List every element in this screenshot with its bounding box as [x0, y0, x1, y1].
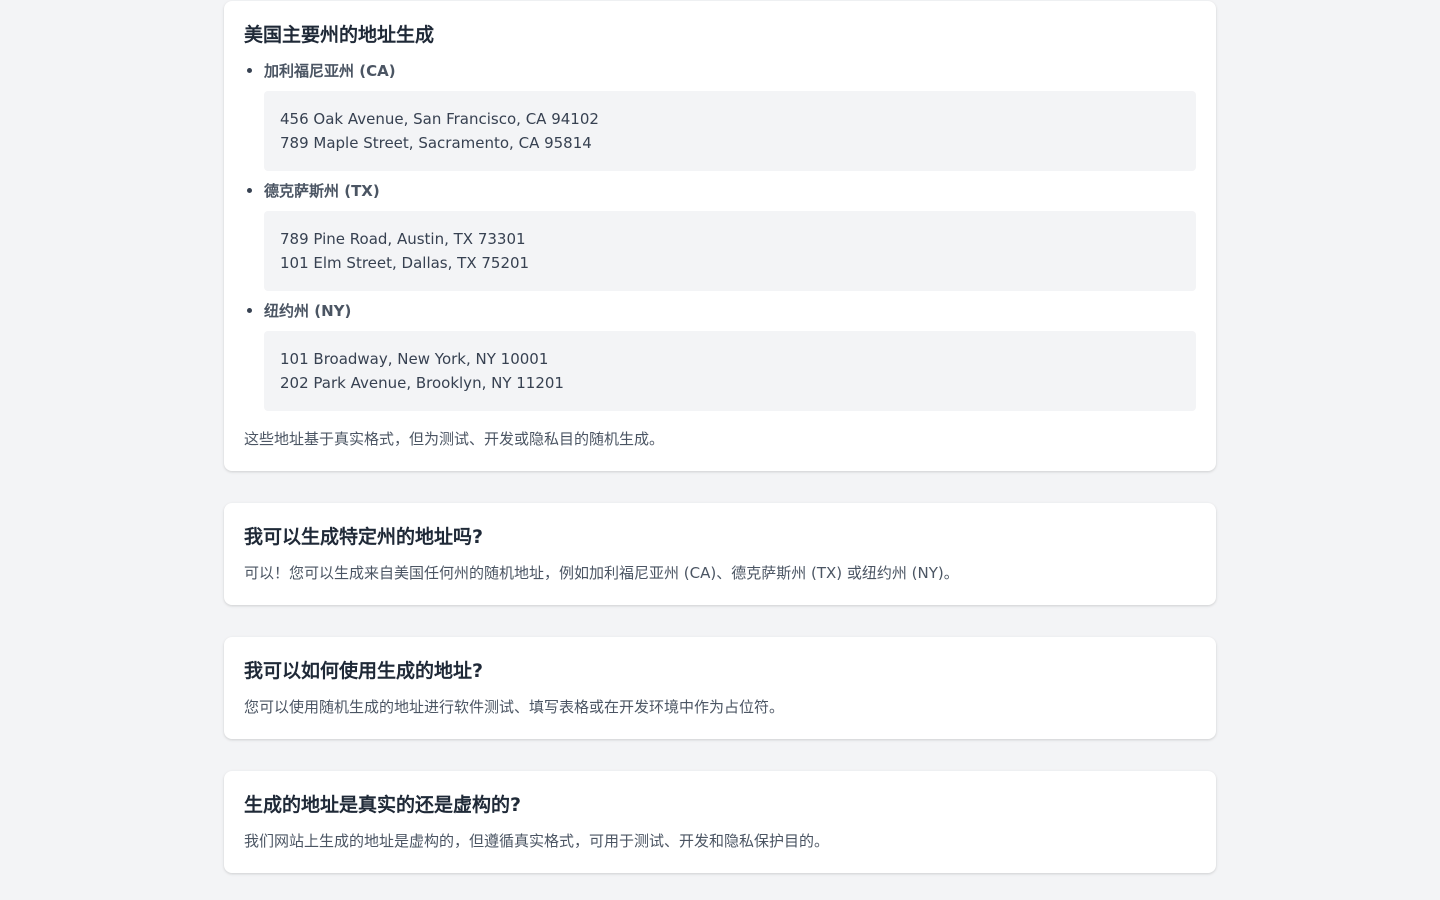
state-name: 德克萨斯州 (TX) [264, 182, 380, 200]
address-line[interactable]: 101 Broadway, New York, NY 10001 [280, 347, 1180, 371]
faq-question: 生成的地址是真实的还是虚构的? [244, 794, 522, 816]
address-line[interactable]: 202 Park Avenue, Brooklyn, NY 11201 [280, 371, 1180, 395]
address-box: 456 Oak Avenue, San Francisco, CA 94102 … [264, 91, 1196, 171]
faq-answer: 可以！您可以生成来自美国任何州的随机地址，例如加利福尼亚州 (CA)、德克萨斯州… [244, 564, 959, 582]
faq-card-specific-state: 我可以生成特定州的地址吗? 可以！您可以生成来自美国任何州的随机地址，例如加利福… [224, 503, 1216, 605]
address-line[interactable]: 789 Maple Street, Sacramento, CA 95814 [280, 131, 1180, 155]
content-container: 美国主要州的地址生成 加利福尼亚州 (CA) 456 Oak Avenue, S… [224, 1, 1216, 873]
state-address-card: 美国主要州的地址生成 加利福尼亚州 (CA) 456 Oak Avenue, S… [224, 1, 1216, 471]
faq-question: 我可以生成特定州的地址吗? [244, 526, 484, 548]
card-note: 这些地址基于真实格式，但为测试、开发或隐私目的随机生成。 [244, 430, 665, 448]
address-line[interactable]: 101 Elm Street, Dallas, TX 75201 [280, 251, 1180, 275]
faq-question: 我可以如何使用生成的地址? [244, 660, 484, 682]
address-box: 101 Broadway, New York, NY 10001 202 Par… [264, 331, 1196, 411]
state-item-ca: 加利福尼亚州 (CA) 456 Oak Avenue, San Francisc… [264, 59, 1196, 171]
card-title: 美国主要州的地址生成 [244, 24, 435, 46]
state-item-tx: 德克萨斯州 (TX) 789 Pine Road, Austin, TX 733… [264, 179, 1196, 291]
faq-answer: 您可以使用随机生成的地址进行软件测试、填写表格或在开发环境中作为占位符。 [244, 698, 785, 716]
faq-answer: 我们网站上生成的地址是虚构的，但遵循真实格式，可用于测试、开发和隐私保护目的。 [244, 832, 830, 850]
state-name: 纽约州 (NY) [264, 302, 352, 320]
address-line[interactable]: 456 Oak Avenue, San Francisco, CA 94102 [280, 107, 1180, 131]
address-line[interactable]: 789 Pine Road, Austin, TX 73301 [280, 227, 1180, 251]
address-box: 789 Pine Road, Austin, TX 73301 101 Elm … [264, 211, 1196, 291]
faq-card-real-or-fake: 生成的地址是真实的还是虚构的? 我们网站上生成的地址是虚构的，但遵循真实格式，可… [224, 771, 1216, 873]
faq-card-usage: 我可以如何使用生成的地址? 您可以使用随机生成的地址进行软件测试、填写表格或在开… [224, 637, 1216, 739]
state-name: 加利福尼亚州 (CA) [264, 62, 396, 80]
state-item-ny: 纽约州 (NY) 101 Broadway, New York, NY 1000… [264, 299, 1196, 411]
state-list: 加利福尼亚州 (CA) 456 Oak Avenue, San Francisc… [244, 59, 1196, 411]
